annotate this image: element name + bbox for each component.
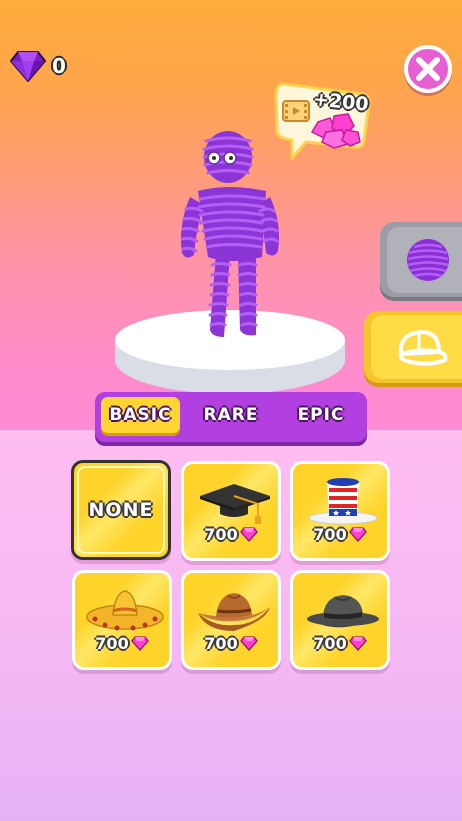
gem-icon: [239, 636, 258, 651]
price-value: 700: [204, 634, 238, 653]
close-button[interactable]: [404, 45, 452, 93]
tab-rare[interactable]: RARE: [191, 397, 271, 433]
gem-icon: [130, 636, 149, 651]
gem-icon: [348, 527, 367, 542]
skin-tab-face: [387, 226, 462, 293]
price-value: 700: [204, 525, 238, 544]
hat-tab-face: [371, 315, 462, 379]
gem-counter: 0: [10, 50, 66, 82]
cap-icon: [398, 330, 448, 366]
close-icon: [416, 57, 440, 81]
video-ad-icon: [282, 100, 310, 122]
price-tag: 700: [184, 634, 278, 653]
character-preview: [110, 125, 355, 400]
price-tag: 700: [293, 634, 387, 653]
gem-icon: [348, 636, 367, 651]
hat-item-cowboy-hat[interactable]: 700: [181, 570, 281, 670]
yarn-ball-icon: [407, 238, 449, 281]
sombrero-icon: [86, 590, 164, 631]
rarity-tab-bar: BASIC RARE EPIC: [95, 392, 367, 442]
uncle-sam-hat-icon: [308, 478, 378, 525]
cowboy-hat-icon: [198, 593, 270, 631]
price-tag: 700: [184, 525, 278, 544]
price-tag: 700: [75, 634, 169, 653]
graduation-cap-icon: [200, 484, 270, 524]
none-label: NONE: [88, 499, 154, 521]
hat-item-sombrero[interactable]: 700: [72, 570, 172, 670]
price-value: 700: [95, 634, 129, 653]
hat-item-none[interactable]: NONE: [71, 460, 171, 560]
skin-category-tab[interactable]: [380, 222, 462, 297]
price-value: 700: [313, 525, 347, 544]
hat-item-graduation-cap[interactable]: 700: [181, 461, 281, 561]
price-value: 700: [313, 634, 347, 653]
hat-item-fedora[interactable]: 700: [290, 570, 390, 670]
tab-epic[interactable]: EPIC: [281, 397, 361, 433]
gem-count: 0: [52, 54, 66, 78]
gem-icon: [10, 51, 46, 82]
gem-icon: [239, 527, 258, 542]
hat-item-uncle-sam-hat[interactable]: 700: [290, 461, 390, 561]
fedora-icon: [307, 595, 379, 628]
price-tag: 700: [293, 525, 387, 544]
hat-category-tab[interactable]: [364, 311, 462, 383]
card-shine: [74, 463, 168, 557]
tab-basic[interactable]: BASIC: [101, 397, 180, 433]
